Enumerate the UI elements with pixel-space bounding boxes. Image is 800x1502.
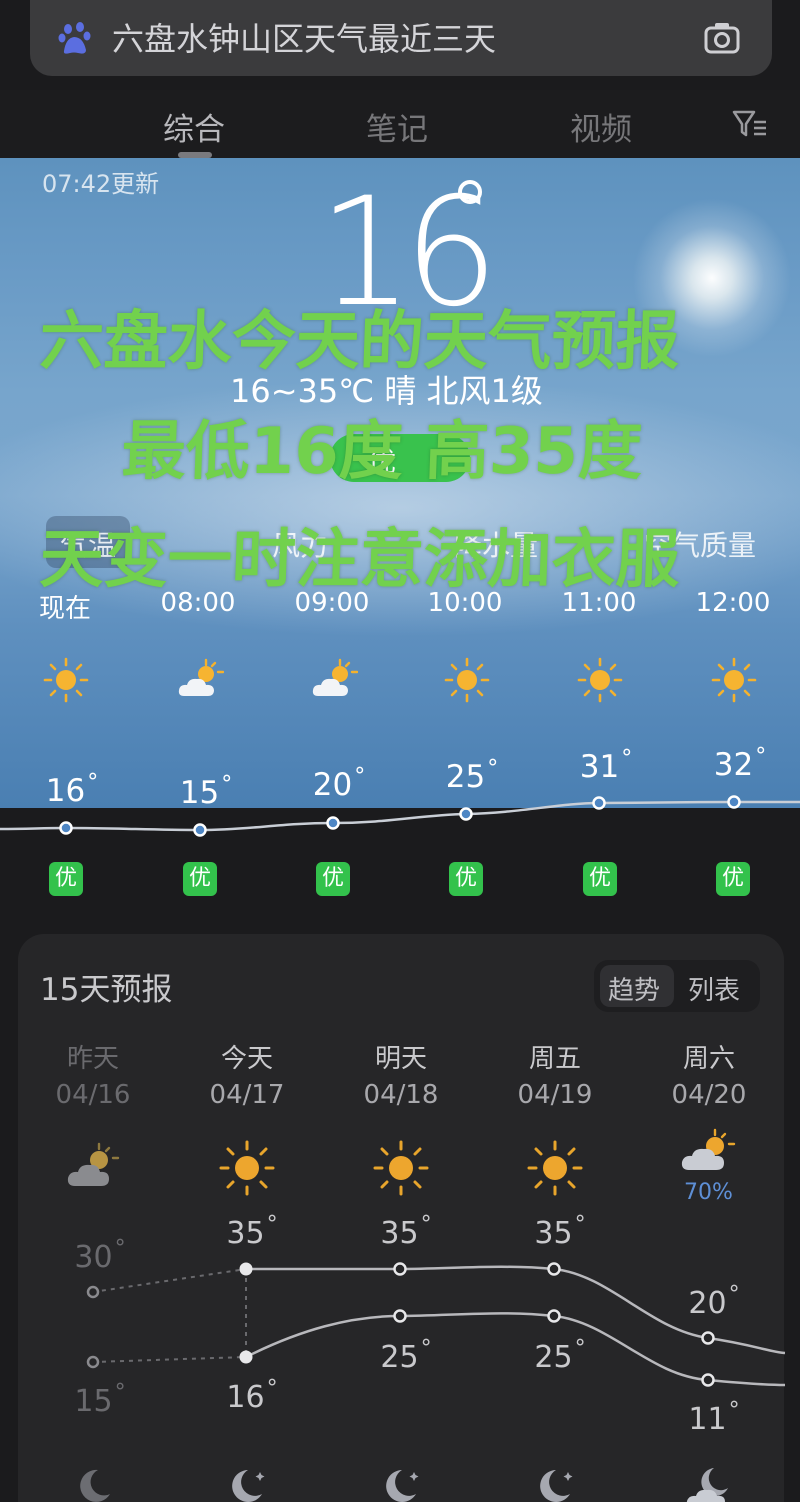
day-name: 今天 [220,1044,273,1074]
day-date: 04/18 [363,1080,439,1110]
high-temp-value: 30 [74,1240,113,1275]
partly-cloudy-icon [67,1142,120,1186]
search-query[interactable]: 六盘水钟山区天气最近三天 [112,14,496,60]
low-temp-label: 16° [226,1376,278,1415]
hour-point [59,821,73,835]
hour-temp-value: 31 [579,749,620,785]
moon-icon [386,1470,419,1502]
sun-icon [219,1140,275,1196]
aqi-badge: 优 [183,862,217,896]
low-point [701,1373,715,1387]
hour-point [326,816,340,830]
high-temp-label: 35° [534,1212,586,1251]
sun-icon [373,1140,429,1196]
moon-icon [540,1470,573,1502]
high-point [547,1262,561,1276]
sun-icon [711,657,757,703]
filter-icon[interactable] [732,108,768,140]
low-temp-label: 15° [74,1380,126,1419]
weather-screen: { "search": { "query": "六盘水钟山区天气最近三天" },… [0,0,800,1502]
hour-point [727,795,741,809]
low-temp-label: 25° [534,1336,586,1375]
day-name: 明天 [374,1044,427,1074]
toggle-list[interactable]: 列表 [688,970,740,1007]
overlay-caption-line: 最低16度 高35度 [120,415,644,489]
day-name: 周五 [528,1044,581,1074]
low-temp-value: 25 [534,1340,573,1375]
hour-temp: 31° [579,746,633,785]
partly-cloudy-icon [312,658,358,696]
hourly-temperature-curve [0,795,800,837]
sun-icon [577,657,623,703]
overlay-caption-line: 六盘水今天的天气预报 [38,305,682,379]
aqi-badge: 优 [316,862,350,896]
day-date: 04/16 [55,1080,131,1110]
hour-time: 12:00 [695,588,771,618]
hour-temp-value: 32 [713,747,754,783]
day-date: 04/17 [209,1080,285,1110]
hour-point [459,807,473,821]
low-point [393,1309,407,1323]
moon-cloud-icon [686,1468,728,1502]
high-temp-value: 35 [226,1216,265,1251]
low-temp-value: 25 [380,1340,419,1375]
today-high-point [239,1262,253,1276]
sun-icon [444,657,490,703]
forecast-title: 15天预报 [40,972,173,1008]
overlay-caption-line: 天变一时注意添加衣服 [38,523,682,597]
tab-notes[interactable]: 笔记 [366,104,428,149]
day-date: 04/20 [671,1080,747,1110]
update-time: 07:42更新 [42,170,160,198]
low-temp-value: 11 [688,1402,727,1437]
day-name: 周六 [682,1044,735,1074]
high-point [701,1331,715,1345]
high-temp-label: 20° [688,1282,740,1321]
past-low-point [86,1355,100,1369]
hour-point [592,796,606,810]
hour-point [193,823,207,837]
moon-icon [80,1469,110,1502]
high-temp-label: 35° [380,1212,432,1251]
camera-icon[interactable] [702,18,742,58]
day-name: 昨天 [66,1044,119,1074]
moon-icon [232,1470,265,1502]
low-temp-label: 25° [380,1336,432,1375]
sun-icon [43,657,89,703]
baidu-paw-icon [58,22,91,54]
tab-videos[interactable]: 视频 [570,104,632,149]
aqi-badge: 优 [449,862,483,896]
high-temp-label: 30° [74,1236,126,1275]
high-temp-value: 35 [534,1216,573,1251]
aqi-badge: 优 [49,862,83,896]
sun-icon [527,1140,583,1196]
high-point [393,1262,407,1276]
today-low-point [239,1350,253,1364]
high-temp-value: 20 [688,1286,727,1321]
toggle-trend[interactable]: 趋势 [608,970,660,1007]
high-temp-label: 35° [226,1212,278,1251]
low-temp-label: 11° [688,1398,740,1437]
partly-cloudy-icon [178,658,224,696]
hour-temp: 32° [713,744,767,783]
low-temp-value: 15 [74,1384,113,1419]
aqi-badge: 优 [716,862,750,896]
rain-shower-icon [681,1128,736,1170]
high-temp-value: 35 [380,1216,419,1251]
low-point [547,1309,561,1323]
degree-symbol [458,180,482,204]
tab-bar: 综合 笔记 视频 [0,90,800,158]
day-date: 04/19 [517,1080,593,1110]
tab-general[interactable]: 综合 [163,104,225,149]
search-bar[interactable]: 六盘水钟山区天气最近三天 [30,0,772,76]
aqi-badge: 优 [583,862,617,896]
low-temp-value: 16 [226,1380,265,1415]
past-high-point [86,1285,100,1299]
